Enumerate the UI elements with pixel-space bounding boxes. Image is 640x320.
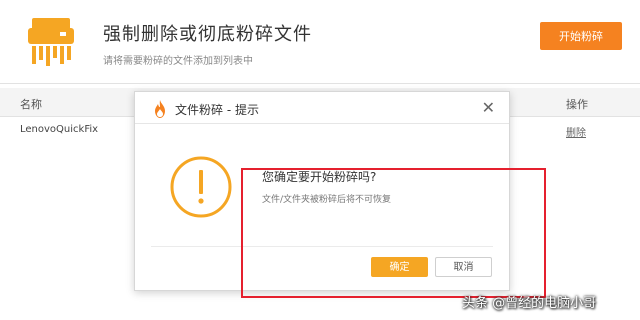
cancel-button[interactable]: 取消 [435,257,492,277]
ok-button[interactable]: 确定 [371,257,428,277]
table-row-delete-link[interactable]: 删除 [566,124,586,139]
column-header-action: 操作 [566,98,588,111]
dialog-title-divider [135,123,509,124]
table-row-file-name: LenovoQuickFix [20,124,99,135]
page-subtitle: 请将需要粉碎的文件添加到列表中 [103,56,253,67]
dialog-footer-divider [151,246,493,247]
watermark: 头条 @曾经的电脑小哥 [462,296,597,311]
table-top-divider [0,83,640,84]
dialog-question: 您确定要开始粉碎吗? [262,170,377,184]
dialog-title: 文件粉碎 - 提示 [175,103,259,117]
file-shredder-window: 强制删除或彻底粉碎文件 请将需要粉碎的文件添加到列表中 开始粉碎 名称 操作 L… [0,0,640,320]
shredder-icon [28,18,74,66]
close-icon[interactable]: ✕ [482,98,495,118]
confirm-dialog: 文件粉碎 - 提示 ✕ 您确定要开始粉碎吗? 文件/文件夹被粉碎后将不可恢复 确… [134,91,510,291]
page-title: 强制删除或彻底粉碎文件 [103,24,312,45]
dialog-detail: 文件/文件夹被粉碎后将不可恢复 [262,195,392,205]
exclamation-circle-icon [170,156,232,218]
flame-icon [155,100,165,118]
start-shred-button[interactable]: 开始粉碎 [540,22,622,50]
column-header-name: 名称 [20,98,42,111]
